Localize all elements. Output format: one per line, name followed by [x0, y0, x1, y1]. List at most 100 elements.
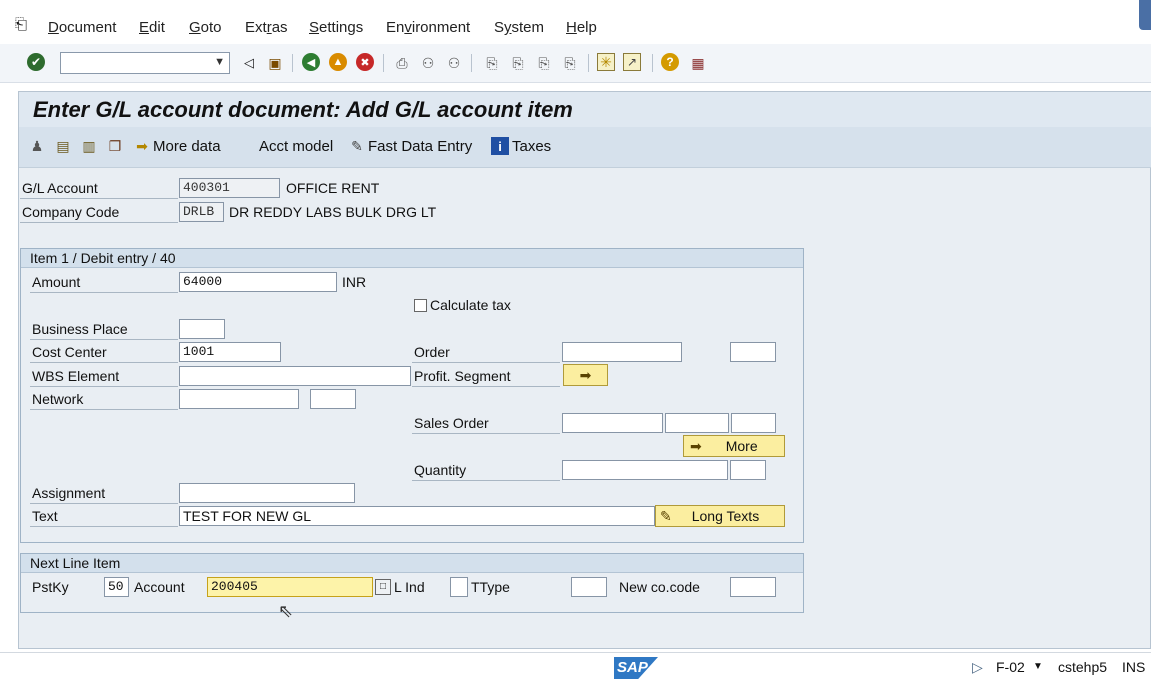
cancel-icon[interactable]: ✖ [356, 53, 374, 71]
quantity-input[interactable] [562, 460, 728, 480]
window-corner-handle[interactable] [1139, 0, 1151, 30]
page-title: Enter G/L account document: Add G/L acco… [33, 97, 573, 122]
text-input[interactable]: TEST FOR NEW GL [179, 506, 655, 526]
menu-document[interactable]: Document [48, 19, 116, 36]
menu-environment[interactable]: Environment [386, 19, 470, 36]
menu-help[interactable]: Help [566, 19, 597, 36]
sap-logo: SAP [614, 657, 658, 679]
transaction-code: F-02 [996, 659, 1025, 675]
exit-icon[interactable]: ▲ [329, 53, 347, 71]
account-label: Account [134, 579, 185, 595]
acct-model-button[interactable]: Acct model [259, 138, 333, 155]
create-session-icon[interactable]: ✳ [597, 53, 615, 71]
command-field[interactable]: ▼ [60, 52, 230, 74]
arrow-right-icon[interactable]: ➡ [133, 137, 151, 155]
special-gl-indicator-input[interactable] [450, 577, 468, 597]
mouse-cursor-icon: ⇖ [278, 601, 294, 621]
toolbar-separator [588, 54, 589, 72]
chevron-down-icon[interactable]: ▼ [214, 56, 225, 68]
info-icon[interactable]: i [491, 137, 509, 155]
menu-mnemonic: r [266, 19, 272, 36]
label-underline [412, 362, 560, 363]
wbs-element-input[interactable] [179, 366, 411, 386]
label-underline [412, 386, 560, 387]
search-help-icon[interactable]: □ [375, 579, 391, 595]
menu-mnemonic: S [309, 19, 320, 36]
menu-edit[interactable]: Edit [139, 19, 165, 36]
window-menu-icon[interactable]: ⎗ [15, 16, 27, 33]
menu-mnemonic: E [139, 19, 150, 36]
order-extra-input[interactable] [730, 342, 776, 362]
person-icon[interactable]: ♟ [28, 137, 46, 155]
quantity-unit-input[interactable] [730, 460, 766, 480]
long-texts-label: Long Texts [691, 508, 760, 524]
account-input[interactable]: 200405 [207, 577, 373, 597]
shortcut-icon[interactable]: ↗ [623, 53, 641, 71]
status-bar: SAP ▷ F-02 ▼ cstehp5 INS [0, 652, 1151, 684]
menu-settings[interactable]: Settings [309, 19, 363, 36]
menu-goto[interactable]: Goto [189, 19, 222, 36]
help-icon[interactable]: ? [661, 53, 679, 71]
sales-order-label: Sales Order [414, 415, 489, 431]
sales-order-item-input[interactable] [665, 413, 729, 433]
text-label: Text [32, 508, 58, 524]
company-code-field: DRLB [179, 202, 224, 222]
document-overview-icon[interactable]: ▤ [54, 137, 72, 155]
long-texts-button[interactable]: ✎ Long Texts [655, 505, 785, 527]
print-icon[interactable]: ⎙ [392, 53, 412, 73]
network-input[interactable] [179, 389, 299, 409]
fast-entry-icon[interactable]: ✎ [348, 137, 366, 155]
profit-segment-button[interactable]: ➡ [563, 364, 608, 386]
network-activity-input[interactable] [310, 389, 356, 409]
layout-menu-icon[interactable]: ▦ [688, 53, 708, 73]
sales-order-input[interactable] [562, 413, 663, 433]
new-company-code-input[interactable] [730, 577, 776, 597]
business-place-input[interactable] [179, 319, 225, 339]
fast-data-entry-button[interactable]: Fast Data Entry [368, 138, 472, 155]
cost-center-input[interactable]: 1001 [179, 342, 281, 362]
find-icon[interactable]: ⚇ [418, 53, 438, 73]
order-input[interactable] [562, 342, 682, 362]
more-button[interactable]: ➡ More [683, 435, 785, 457]
menu-extras[interactable]: Extras [245, 19, 288, 36]
label-underline [412, 433, 560, 434]
document-display-icon[interactable]: ▥ [80, 137, 98, 155]
back-triangle-icon[interactable]: ◁ [239, 53, 259, 73]
quantity-label: Quantity [414, 462, 467, 478]
insert-mode[interactable]: INS [1122, 659, 1145, 675]
sales-order-schedule-input[interactable] [731, 413, 776, 433]
previous-page-icon[interactable]: ⎘ [508, 53, 528, 73]
menu-system[interactable]: System [494, 19, 544, 36]
label-underline [20, 222, 178, 223]
status-expand-icon[interactable]: ▷ [972, 659, 983, 676]
enter-check-icon[interactable]: ✔ [27, 53, 45, 71]
chevron-down-icon[interactable]: ▼ [1033, 661, 1043, 672]
label-underline [30, 386, 178, 387]
transaction-type-input[interactable] [571, 577, 607, 597]
label-underline [30, 292, 178, 293]
next-page-icon[interactable]: ⎘ [534, 53, 554, 73]
calculate-tax-label: Calculate tax [430, 297, 511, 313]
posting-key-label: PstKy [32, 579, 69, 595]
amount-label: Amount [32, 274, 81, 290]
save-icon[interactable]: ▣ [265, 53, 285, 73]
copy-icon[interactable]: ❐ [106, 137, 124, 155]
gl-account-description: OFFICE RENT [286, 180, 380, 196]
taxes-button[interactable]: Taxes [512, 138, 551, 155]
last-page-icon[interactable]: ⎘ [560, 53, 580, 73]
more-button-label: More [725, 438, 758, 454]
assignment-input[interactable] [179, 483, 355, 503]
back-icon[interactable]: ◀ [302, 53, 320, 71]
more-data-button[interactable]: More data [153, 138, 221, 155]
amount-input[interactable]: 64000 [179, 272, 337, 292]
item-group-title: Item 1 / Debit entry / 40 [21, 249, 803, 268]
calculate-tax-checkbox[interactable] [414, 299, 427, 312]
assignment-label: Assignment [32, 485, 106, 501]
new-company-code-label: New co.code [619, 579, 700, 595]
order-label: Order [414, 344, 450, 360]
menu-mnemonic: H [566, 19, 577, 36]
posting-key-input[interactable]: 50 [104, 577, 129, 597]
first-page-icon[interactable]: ⎘ [482, 53, 502, 73]
gl-account-label: G/L Account [22, 180, 98, 196]
find-next-icon[interactable]: ⚇ [444, 53, 464, 73]
